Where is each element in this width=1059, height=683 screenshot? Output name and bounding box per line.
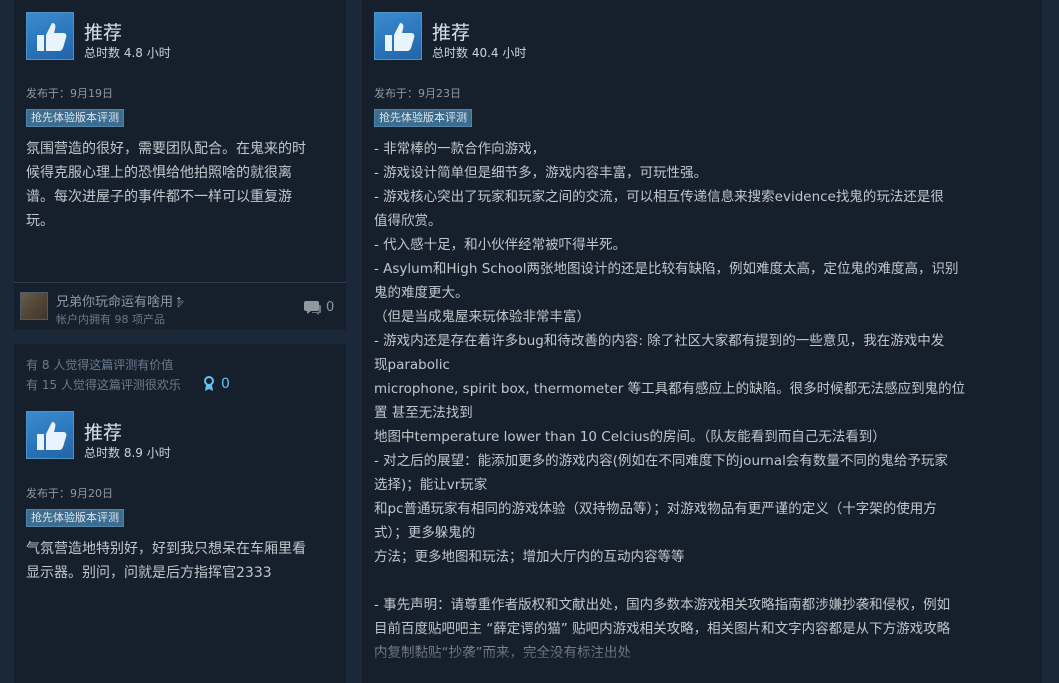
recommendation-label: 推荐 — [84, 22, 123, 44]
posted-date: 发布于：9月23日 — [374, 87, 461, 100]
review-card-3: 推荐 总时数 40.4 小时 发布于：9月23日 抢先体验版本评测 - 非常棒的… — [362, 0, 1042, 683]
hours-played: 总时数 40.4 小时 — [432, 46, 527, 60]
review-card-1: 推荐 总时数 4.8 小时 发布于：9月19日 抢先体验版本评测 氛围营造的很好… — [14, 0, 346, 330]
thumbs-up-icon — [26, 411, 74, 459]
divider — [14, 282, 346, 283]
helpful-count: 有 8 人觉得这篇评测有价值 — [26, 358, 174, 372]
funny-count: 有 15 人觉得这篇评测很欢乐 — [26, 378, 181, 392]
early-access-badge: 抢先体验版本评测 — [374, 109, 472, 127]
early-access-badge: 抢先体验版本评测 — [26, 509, 124, 527]
review-text: 氛围营造的很好，需要团队配合。在鬼来的时 候得克服心理上的恐惧给他拍照啥的就很离… — [26, 141, 306, 229]
review-card-2: 有 8 人觉得这篇评测有价值 有 15 人觉得这篇评测很欢乐 0 推荐 总时数 … — [14, 344, 346, 683]
thumbs-up-icon — [374, 12, 422, 60]
hours-played: 总时数 4.8 小时 — [84, 46, 171, 60]
recommendation-label: 推荐 — [84, 422, 123, 444]
posted-date: 发布于：9月19日 — [26, 87, 113, 100]
award-count[interactable]: 0 — [221, 376, 230, 392]
review-text: - 非常棒的一款合作向游戏， - 游戏设计简单但是细节多，游戏内容丰富，可玩性强… — [374, 141, 966, 661]
author-name[interactable]: 兄弟你玩命运有啥用𝥁 — [56, 291, 186, 310]
avatar[interactable] — [20, 292, 48, 320]
thumbs-up-icon — [26, 12, 74, 60]
text-fade-overlay — [364, 630, 1034, 683]
author-products: 帐户内拥有 98 项产品 — [56, 313, 165, 326]
comment-count[interactable]: 0 — [326, 300, 334, 315]
award-ribbon-icon[interactable] — [203, 376, 215, 392]
comment-bubble-icon[interactable] — [304, 300, 322, 316]
hours-played: 总时数 8.9 小时 — [84, 446, 171, 460]
recommendation-label: 推荐 — [432, 22, 471, 44]
posted-date: 发布于：9月20日 — [26, 487, 113, 500]
early-access-badge: 抢先体验版本评测 — [26, 109, 124, 127]
review-text: 气氛营造地特别好，好到我只想呆在车厢里看 显示器。别问，问就是后方指挥官2333 — [26, 541, 306, 581]
